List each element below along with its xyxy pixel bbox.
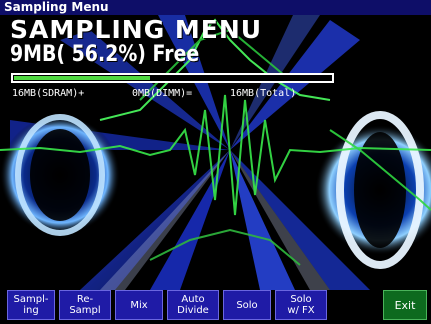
window-title: Sampling Menu bbox=[0, 0, 431, 15]
free-memory-readout: 9MB( 56.2%) Free bbox=[10, 42, 200, 67]
auto-divide-button[interactable]: Auto Divide bbox=[167, 290, 219, 320]
page-heading: SAMPLING MENU bbox=[10, 15, 263, 44]
function-button-bar: Sampl- ing Re- Sampl Mix Auto Divide Sol… bbox=[0, 289, 431, 324]
exit-button[interactable]: Exit bbox=[383, 290, 427, 320]
resample-button[interactable]: Re- Sampl bbox=[59, 290, 111, 320]
sampling-button[interactable]: Sampl- ing bbox=[7, 290, 55, 320]
solo-with-fx-button[interactable]: Solo w/ FX bbox=[275, 290, 327, 320]
solo-button[interactable]: Solo bbox=[223, 290, 271, 320]
memory-sdram-label: 16MB(SDRAM)+ bbox=[12, 88, 85, 99]
memory-dimm-label: 0MB(DIMM)= bbox=[132, 88, 193, 99]
mix-button[interactable]: Mix bbox=[115, 290, 163, 320]
memory-usage-bar-fill bbox=[14, 76, 150, 80]
sampling-menu-screen: Sampling Menu SAMPLING MENU 9MB( 56.2%) … bbox=[0, 0, 431, 324]
memory-usage-bar bbox=[11, 73, 334, 83]
memory-total-label: 16MB(Total) bbox=[230, 88, 297, 99]
